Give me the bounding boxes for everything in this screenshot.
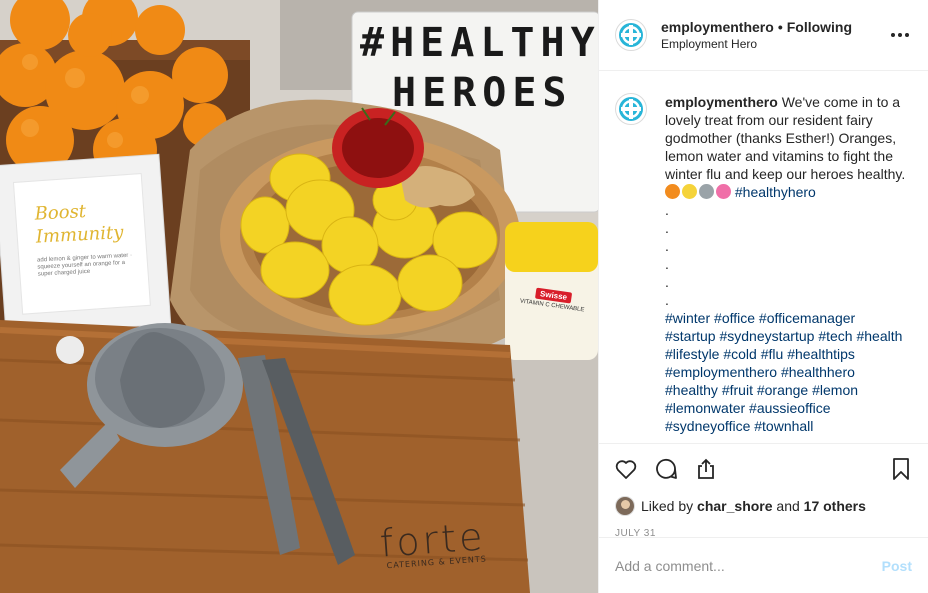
caption-body: employmenthero We've come in to a lovely… xyxy=(665,93,912,443)
orange-emoji xyxy=(665,184,680,199)
header-username[interactable]: employmenthero xyxy=(661,19,774,35)
post-caption: employmenthero We've come in to a lovely… xyxy=(599,71,928,444)
like-button[interactable] xyxy=(613,456,639,482)
caption-dot-line: . xyxy=(665,238,669,254)
caption-username[interactable]: employmenthero xyxy=(665,94,778,110)
caption-avatar[interactable] xyxy=(615,93,647,125)
caption-dot-line: . xyxy=(665,202,669,218)
comment-icon xyxy=(656,458,677,479)
instagram-post-modal: #HEALTHY HEROES Boost Immunity add lemon… xyxy=(0,0,928,593)
cutting-board-brand: forte CATERING & EVENTS xyxy=(378,514,487,570)
hashtag-link[interactable]: #fruit xyxy=(722,382,753,398)
hashtag-link[interactable]: #cold xyxy=(723,346,756,362)
header-meta: employmenthero • Following Employment Hero xyxy=(661,19,888,51)
hashtag-link[interactable]: #healthhero xyxy=(781,364,855,380)
profile-avatar[interactable] xyxy=(615,19,647,51)
header-line: employmenthero • Following xyxy=(661,19,888,35)
hashtag-link[interactable]: #orange xyxy=(757,382,808,398)
lightbox-sign: #HEALTHY HEROES xyxy=(360,22,598,114)
header-subtitle[interactable]: Employment Hero xyxy=(661,37,888,51)
hashtag-link[interactable]: #flu xyxy=(761,346,784,362)
bookmark-icon xyxy=(893,458,909,480)
post-header: employmenthero • Following Employment Hero xyxy=(599,0,928,71)
post-actions xyxy=(599,444,928,494)
share-icon xyxy=(698,458,714,479)
header-separator: • xyxy=(777,19,783,35)
lightbox-line-1: #HEALTHY xyxy=(360,20,598,66)
sparkling-heart-emoji xyxy=(716,184,731,199)
employment-hero-logo-icon xyxy=(619,97,643,121)
hashtag-line: #employmenthero #healthhero xyxy=(665,363,912,381)
hashtag-line: #lemonwater #aussieoffice xyxy=(665,399,912,417)
follow-status[interactable]: Following xyxy=(787,19,852,35)
likes-summary: Liked by char_shore and 17 others xyxy=(599,494,928,518)
save-button[interactable] xyxy=(888,456,914,482)
comment-input[interactable] xyxy=(615,557,882,574)
hashtag-line: #winter #office #officemanager xyxy=(665,309,912,327)
caption-hashtags: #winter #office #officemanager #startup #… xyxy=(665,309,912,435)
hashtag-link[interactable]: #sydneystartup xyxy=(719,328,814,344)
hashtag-link[interactable]: #office xyxy=(714,310,755,326)
hashtag-link[interactable]: #winter xyxy=(665,310,710,326)
liker-avatar[interactable] xyxy=(615,496,635,516)
post-photo[interactable]: #HEALTHY HEROES Boost Immunity add lemon… xyxy=(0,0,598,593)
caption-dot-line: . xyxy=(665,256,669,272)
likes-prefix: Liked by xyxy=(641,498,694,514)
more-options-icon[interactable] xyxy=(888,23,912,47)
comment-bar: Post xyxy=(599,537,928,593)
caption-emojis xyxy=(665,184,731,199)
hashtag-link[interactable]: #aussieoffice xyxy=(749,400,830,416)
hashtag-link[interactable]: #startup xyxy=(665,328,716,344)
pill-jar-emoji xyxy=(699,184,714,199)
hashtag-line: #lifestyle #cold #flu #healthtips xyxy=(665,345,912,363)
likes-others-link[interactable]: 17 others xyxy=(804,498,866,514)
hashtag-link[interactable]: #sydneyoffice xyxy=(665,418,750,434)
comment-button[interactable] xyxy=(653,456,679,482)
hashtag-link[interactable]: #tech xyxy=(818,328,852,344)
post-comment-button[interactable]: Post xyxy=(882,558,912,574)
picture-frame-card: Boost Immunity add lemon & ginger to war… xyxy=(34,197,138,278)
hashtag-link[interactable]: #officemanager xyxy=(759,310,855,326)
hashtag-link[interactable]: #healthy xyxy=(665,382,718,398)
hashtag-line: #sydneyoffice #townhall xyxy=(665,417,912,435)
caption-dot-line: . xyxy=(665,220,669,236)
hashtag-link[interactable]: #lemonwater xyxy=(665,400,745,416)
hashtag-link[interactable]: #employmenthero xyxy=(665,364,777,380)
caption-dot-line: . xyxy=(665,274,669,290)
share-button[interactable] xyxy=(693,456,719,482)
hashtag-line: #startup #sydneystartup #tech #health xyxy=(665,327,912,345)
hashtag-link[interactable]: #lifestyle xyxy=(665,346,719,362)
hashtag-line: #healthy #fruit #orange #lemon xyxy=(665,381,912,399)
more-horizontal-icon xyxy=(891,33,909,37)
employment-hero-logo-icon xyxy=(619,23,643,47)
likes-connector: and xyxy=(776,498,800,514)
liker-username[interactable]: char_shore xyxy=(697,498,772,514)
hashtag-link[interactable]: #lemon xyxy=(812,382,858,398)
hashtag-link[interactable]: #healthyhero xyxy=(735,184,816,200)
lemon-emoji xyxy=(682,184,697,199)
caption-dots: ...... xyxy=(665,201,912,309)
lightbox-line-2: HEROES xyxy=(392,70,573,116)
post-side-panel: employmenthero • Following Employment Hero xyxy=(598,0,928,593)
caption-dot-line: . xyxy=(665,292,669,308)
hashtag-link[interactable]: #townhall xyxy=(754,418,813,434)
hashtag-link[interactable]: #healthtips xyxy=(787,346,855,362)
heart-icon xyxy=(615,460,637,479)
frame-title: Boost Immunity xyxy=(34,200,124,248)
hashtag-link[interactable]: #health xyxy=(856,328,902,344)
